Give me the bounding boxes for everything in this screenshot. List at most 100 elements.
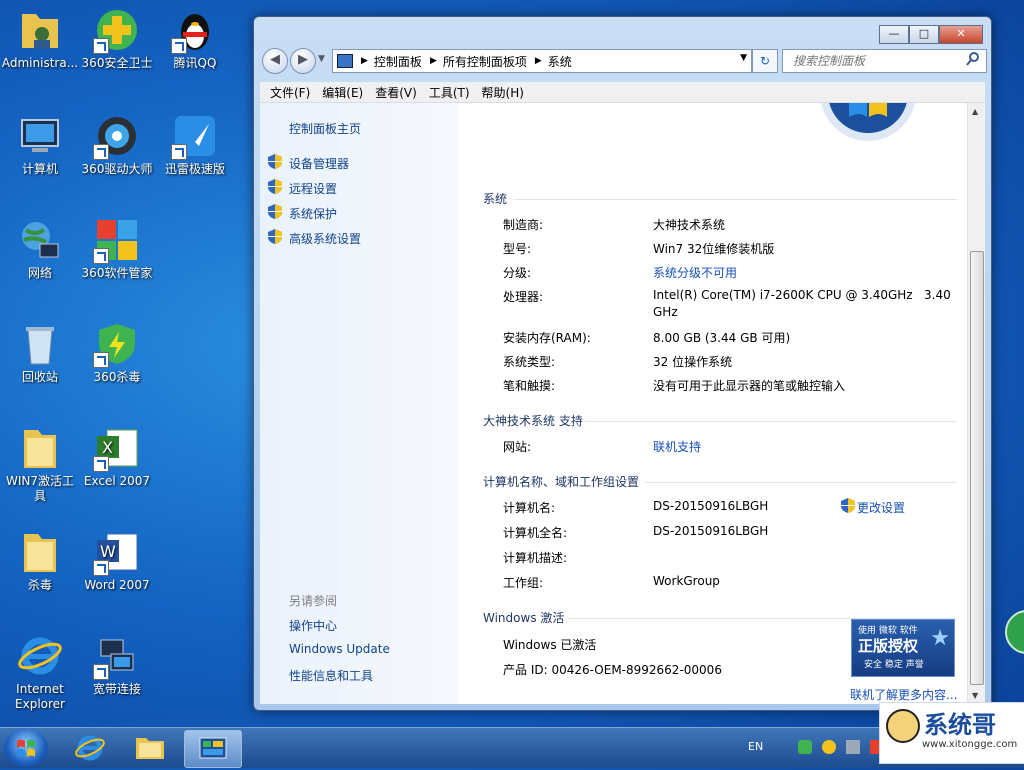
360-safe-icon	[93, 6, 141, 54]
navigation-bar: ◀ ▶ ▼ ▶ 控制面板 ▶ 所有控制面板项 ▶ 系统 ▼ ↻	[260, 48, 987, 76]
desktop-icon-computer[interactable]: 计算机	[0, 112, 80, 177]
start-button[interactable]	[4, 729, 48, 767]
model-value: Win7 32位维修装机版	[653, 242, 775, 256]
windows-update-link[interactable]: Windows Update	[289, 642, 390, 656]
360-tray-shield-icon[interactable]	[798, 740, 812, 754]
language-indicator[interactable]: EN	[748, 740, 763, 753]
search-icon[interactable]	[966, 52, 980, 69]
advanced-system-settings-link[interactable]: 高级系统设置	[268, 229, 361, 247]
device-manager-link[interactable]: 设备管理器	[268, 154, 349, 172]
360-antivirus-shield-icon	[93, 320, 141, 368]
change-settings-link[interactable]: 更改设置	[841, 498, 905, 516]
rating-value-link[interactable]: 系统分级不可用	[653, 264, 737, 281]
menu-help[interactable]: 帮助(H)	[482, 84, 524, 101]
desktop-icon-360-antivirus[interactable]: 360杀毒	[77, 320, 157, 385]
system-type-label: 系统类型:	[503, 355, 556, 369]
breadcrumb-system[interactable]: 系统	[548, 53, 572, 70]
desktop-icon-broadband[interactable]: 宽带连接	[77, 632, 157, 697]
system-protection-link[interactable]: 系统保护	[268, 204, 337, 222]
desktop-icon-excel-2007[interactable]: X Excel 2007	[77, 424, 157, 489]
processor-value-cont: GHz	[653, 305, 678, 319]
content-area: 控制面板主页 设备管理器 远程设置 系统保护 高级系统设置 另请参阅 操作中心 …	[260, 103, 985, 704]
search-input[interactable]	[791, 50, 970, 72]
online-support-link[interactable]: 联机支持	[653, 438, 701, 455]
workgroup-label: 工作组:	[503, 576, 544, 590]
desktop-icon-360-driver[interactable]: 360驱动大师	[77, 112, 157, 177]
broadband-connection-icon	[93, 632, 141, 680]
processor-label: 处理器:	[503, 290, 544, 304]
computer-name-label: 计算机名:	[503, 501, 556, 515]
taskbar-internet-explorer[interactable]	[62, 730, 118, 766]
processor-value: Intel(R) Core(TM) i7-2600K CPU @ 3.40GHz…	[653, 288, 951, 302]
recent-pages-dropdown[interactable]: ▼	[318, 54, 325, 64]
desktop-icon-qq[interactable]: 腾讯QQ	[155, 6, 235, 71]
window-controls: — □ ✕	[879, 25, 983, 44]
genuine-software-badge[interactable]: 使用 微软 软件 正版授权 安全 稳定 声誉 ★	[851, 619, 955, 677]
minimize-button[interactable]: —	[879, 25, 909, 44]
network-tray-icon[interactable]	[846, 740, 860, 754]
breadcrumb-control-panel[interactable]: 控制面板	[374, 53, 422, 70]
desktop-icon-internet-explorer[interactable]: Internet Explorer	[0, 632, 80, 712]
360-software-manager-icon	[93, 216, 141, 264]
system-type-value: 32 位操作系统	[653, 355, 733, 369]
workgroup-value: WorkGroup	[653, 574, 720, 588]
menu-view[interactable]: 查看(V)	[375, 84, 417, 101]
windows-logo-icon	[809, 103, 927, 143]
360-tray-plus-icon[interactable]	[822, 740, 836, 754]
star-icon: ★	[930, 626, 950, 651]
svg-text:X: X	[102, 438, 113, 457]
desktop-icon-360-software[interactable]: 360软件管家	[77, 216, 157, 281]
windows-flag-icon	[17, 739, 35, 757]
svg-text:W: W	[100, 542, 116, 561]
action-center-link[interactable]: 操作中心	[289, 617, 337, 634]
website-label: 网站:	[503, 440, 532, 454]
learn-more-link[interactable]: 联机了解更多内容...	[850, 686, 957, 703]
folder-icon	[16, 424, 64, 472]
desktop-gadget[interactable]	[1005, 610, 1024, 654]
control-panel-home-link[interactable]: 控制面板主页	[289, 120, 361, 137]
breadcrumb-all-items[interactable]: 所有控制面板项	[443, 53, 527, 70]
menu-file[interactable]: 文件(F)	[270, 84, 310, 101]
desktop-icon-user-folder[interactable]: Administra...	[0, 6, 80, 71]
control-panel-icon	[199, 737, 227, 759]
taskbar-control-panel[interactable]	[184, 730, 242, 768]
desktop-icon-360-safe[interactable]: 360安全卫士	[77, 6, 157, 71]
desktop-icon-win7-activator[interactable]: WIN7激活工具	[0, 424, 80, 504]
refresh-button[interactable]: ↻	[752, 49, 778, 73]
activation-status: Windows 已激活	[503, 638, 597, 652]
back-button[interactable]: ◀	[262, 48, 288, 74]
menu-edit[interactable]: 编辑(E)	[322, 84, 363, 101]
excel-icon: X	[93, 424, 141, 472]
recycle-bin-icon	[16, 320, 64, 368]
forward-button[interactable]: ▶	[290, 48, 316, 74]
computer-description-label: 计算机描述:	[503, 551, 568, 565]
remote-settings-link[interactable]: 远程设置	[268, 179, 337, 197]
close-button[interactable]: ✕	[939, 25, 983, 44]
vertical-scrollbar[interactable]: ▲ ▼	[967, 103, 985, 704]
ram-value: 8.00 GB (3.44 GB 可用)	[653, 331, 791, 345]
task-pane: 控制面板主页 设备管理器 远程设置 系统保护 高级系统设置 另请参阅 操作中心 …	[260, 103, 459, 704]
watermark-title: 系统哥	[924, 711, 996, 739]
address-bar[interactable]: ▶ 控制面板 ▶ 所有控制面板项 ▶ 系统 ▼	[332, 49, 752, 73]
desktop-icon-antivirus-folder[interactable]: 杀毒	[0, 528, 80, 593]
pen-touch-value: 没有可用于此显示器的笔或触控输入	[653, 379, 846, 393]
desktop-icon-xunlei[interactable]: 迅雷极速版	[155, 112, 235, 177]
maximize-button[interactable]: □	[909, 25, 939, 44]
scroll-down-icon[interactable]: ▼	[972, 691, 978, 700]
computer-name-value: DS-20150916LBGH	[653, 499, 769, 513]
control-panel-icon	[337, 54, 353, 68]
performance-tools-link[interactable]: 性能信息和工具	[289, 667, 373, 684]
full-computer-name-label: 计算机全名:	[503, 526, 568, 540]
manufacturer-value: 大神技术系统	[653, 218, 726, 232]
uac-shield-icon	[268, 229, 282, 247]
address-dropdown-icon[interactable]: ▼	[740, 53, 747, 63]
360-driver-icon	[93, 112, 141, 160]
desktop-icon-recycle-bin[interactable]: 回收站	[0, 320, 80, 385]
watermark: 系统哥 www.xitongge.com	[879, 702, 1024, 764]
menu-tools[interactable]: 工具(T)	[429, 84, 470, 101]
desktop-icon-network[interactable]: 网络	[0, 216, 80, 281]
scroll-thumb[interactable]	[970, 251, 984, 685]
scroll-up-icon[interactable]: ▲	[972, 107, 978, 116]
desktop-icon-word-2007[interactable]: W Word 2007	[77, 528, 157, 593]
taskbar-explorer[interactable]	[122, 730, 178, 766]
